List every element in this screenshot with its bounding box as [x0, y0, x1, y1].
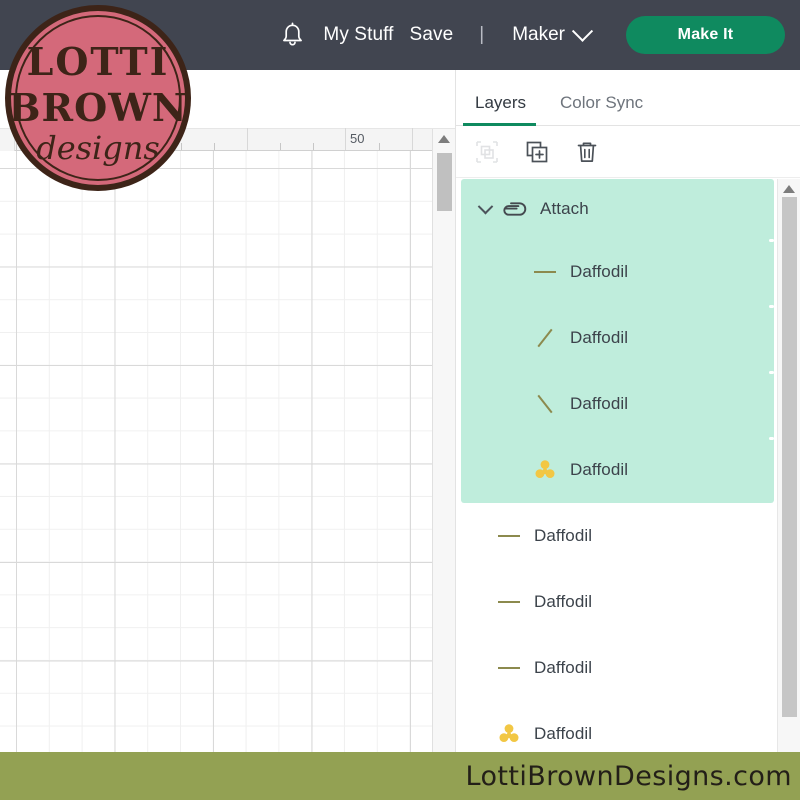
- layer-label: Daffodil: [570, 262, 629, 281]
- topbar-actions: My Stuff Save | Maker Make It: [275, 16, 785, 54]
- app-root: My Stuff Save | Maker Make It 50 Layers …: [0, 0, 800, 800]
- ruler-tick-major: [247, 128, 248, 150]
- ruler-tick-major: [345, 128, 346, 150]
- line-diagonal-back-icon: [530, 391, 560, 417]
- layer-label: Attach: [540, 199, 589, 218]
- make-it-button[interactable]: Make It: [626, 16, 785, 54]
- layer-label: Daffodil: [570, 460, 629, 479]
- line-horizontal-icon: [530, 259, 560, 285]
- layer-label: Daffodil: [570, 394, 629, 413]
- layer-row[interactable]: Daffodil: [461, 305, 774, 371]
- panel-toolbar: [456, 126, 800, 178]
- logo-line-3: designs: [36, 129, 160, 167]
- flower-icon: [494, 721, 524, 747]
- footer-website-text: LottiBrownDesigns.com: [465, 760, 792, 792]
- layer-list: Attach Daffodil Daffodil Daffodil Daffod…: [456, 179, 778, 752]
- machine-selector[interactable]: Maker: [502, 20, 600, 50]
- delete-icon[interactable]: [574, 139, 600, 165]
- layers-panel: Layers Color Sync Attach Daffodil Daffod…: [455, 70, 800, 752]
- machine-name: Maker: [512, 24, 565, 45]
- ruler-tick: [280, 143, 281, 150]
- layer-row-attach-header[interactable]: Attach: [461, 179, 774, 239]
- layer-group-attach: Attach Daffodil Daffodil Daffodil Daffod…: [461, 179, 774, 503]
- tab-color-sync[interactable]: Color Sync: [554, 93, 649, 125]
- ruler-tick: [214, 143, 215, 150]
- ruler-tick: [313, 143, 314, 150]
- canvas-vertical-scrollbar[interactable]: [432, 129, 455, 752]
- triangle-up-icon[interactable]: [438, 135, 450, 143]
- save-button[interactable]: Save: [402, 20, 462, 50]
- line-horizontal-icon: [494, 523, 524, 549]
- topbar-divider: |: [479, 24, 485, 45]
- lotti-brown-logo: LOTTI BROWN designs: [3, 3, 193, 193]
- logo-line-1: LOTTI: [27, 39, 170, 84]
- layers-vertical-scrollbar[interactable]: [777, 179, 800, 752]
- layer-row[interactable]: Daffodil: [461, 371, 774, 437]
- footer-bar: LottiBrownDesigns.com: [0, 752, 800, 800]
- line-horizontal-icon: [494, 655, 524, 681]
- layer-row[interactable]: Daffodil: [461, 437, 774, 503]
- layer-row[interactable]: Daffodil: [456, 503, 778, 569]
- attach-icon: [500, 196, 530, 222]
- layer-label: Daffodil: [534, 724, 593, 743]
- chevron-down-icon[interactable]: [476, 198, 494, 215]
- design-grid[interactable]: [0, 151, 432, 752]
- layer-row[interactable]: Daffodil: [456, 635, 778, 701]
- ruler-tick: [379, 143, 380, 150]
- layer-row[interactable]: Daffodil: [461, 239, 774, 305]
- duplicate-icon[interactable]: [524, 139, 550, 165]
- canvas-scroll-thumb[interactable]: [437, 153, 452, 211]
- flower-icon: [530, 457, 560, 483]
- triangle-up-icon[interactable]: [783, 185, 795, 193]
- tab-layers[interactable]: Layers: [462, 93, 537, 126]
- layer-label: Daffodil: [534, 592, 593, 611]
- my-stuff-link[interactable]: My Stuff: [315, 20, 401, 50]
- layer-row[interactable]: Daffodil: [456, 569, 778, 635]
- layer-row[interactable]: Daffodil: [456, 701, 778, 752]
- ruler-tick-major: [412, 128, 413, 150]
- group-icon[interactable]: [474, 139, 500, 165]
- panel-tab-bar: Layers Color Sync: [456, 70, 800, 126]
- line-horizontal-icon: [494, 589, 524, 615]
- layer-label: Daffodil: [570, 328, 629, 347]
- bell-icon[interactable]: [275, 18, 309, 52]
- chevron-down-icon: [571, 20, 594, 42]
- layer-label: Daffodil: [534, 526, 593, 545]
- layers-scroll-thumb[interactable]: [782, 197, 797, 717]
- logo-line-2: BROWN: [8, 85, 187, 130]
- ruler-label-50: 50: [350, 131, 365, 146]
- line-diagonal-forward-icon: [530, 325, 560, 351]
- layer-label: Daffodil: [534, 658, 593, 677]
